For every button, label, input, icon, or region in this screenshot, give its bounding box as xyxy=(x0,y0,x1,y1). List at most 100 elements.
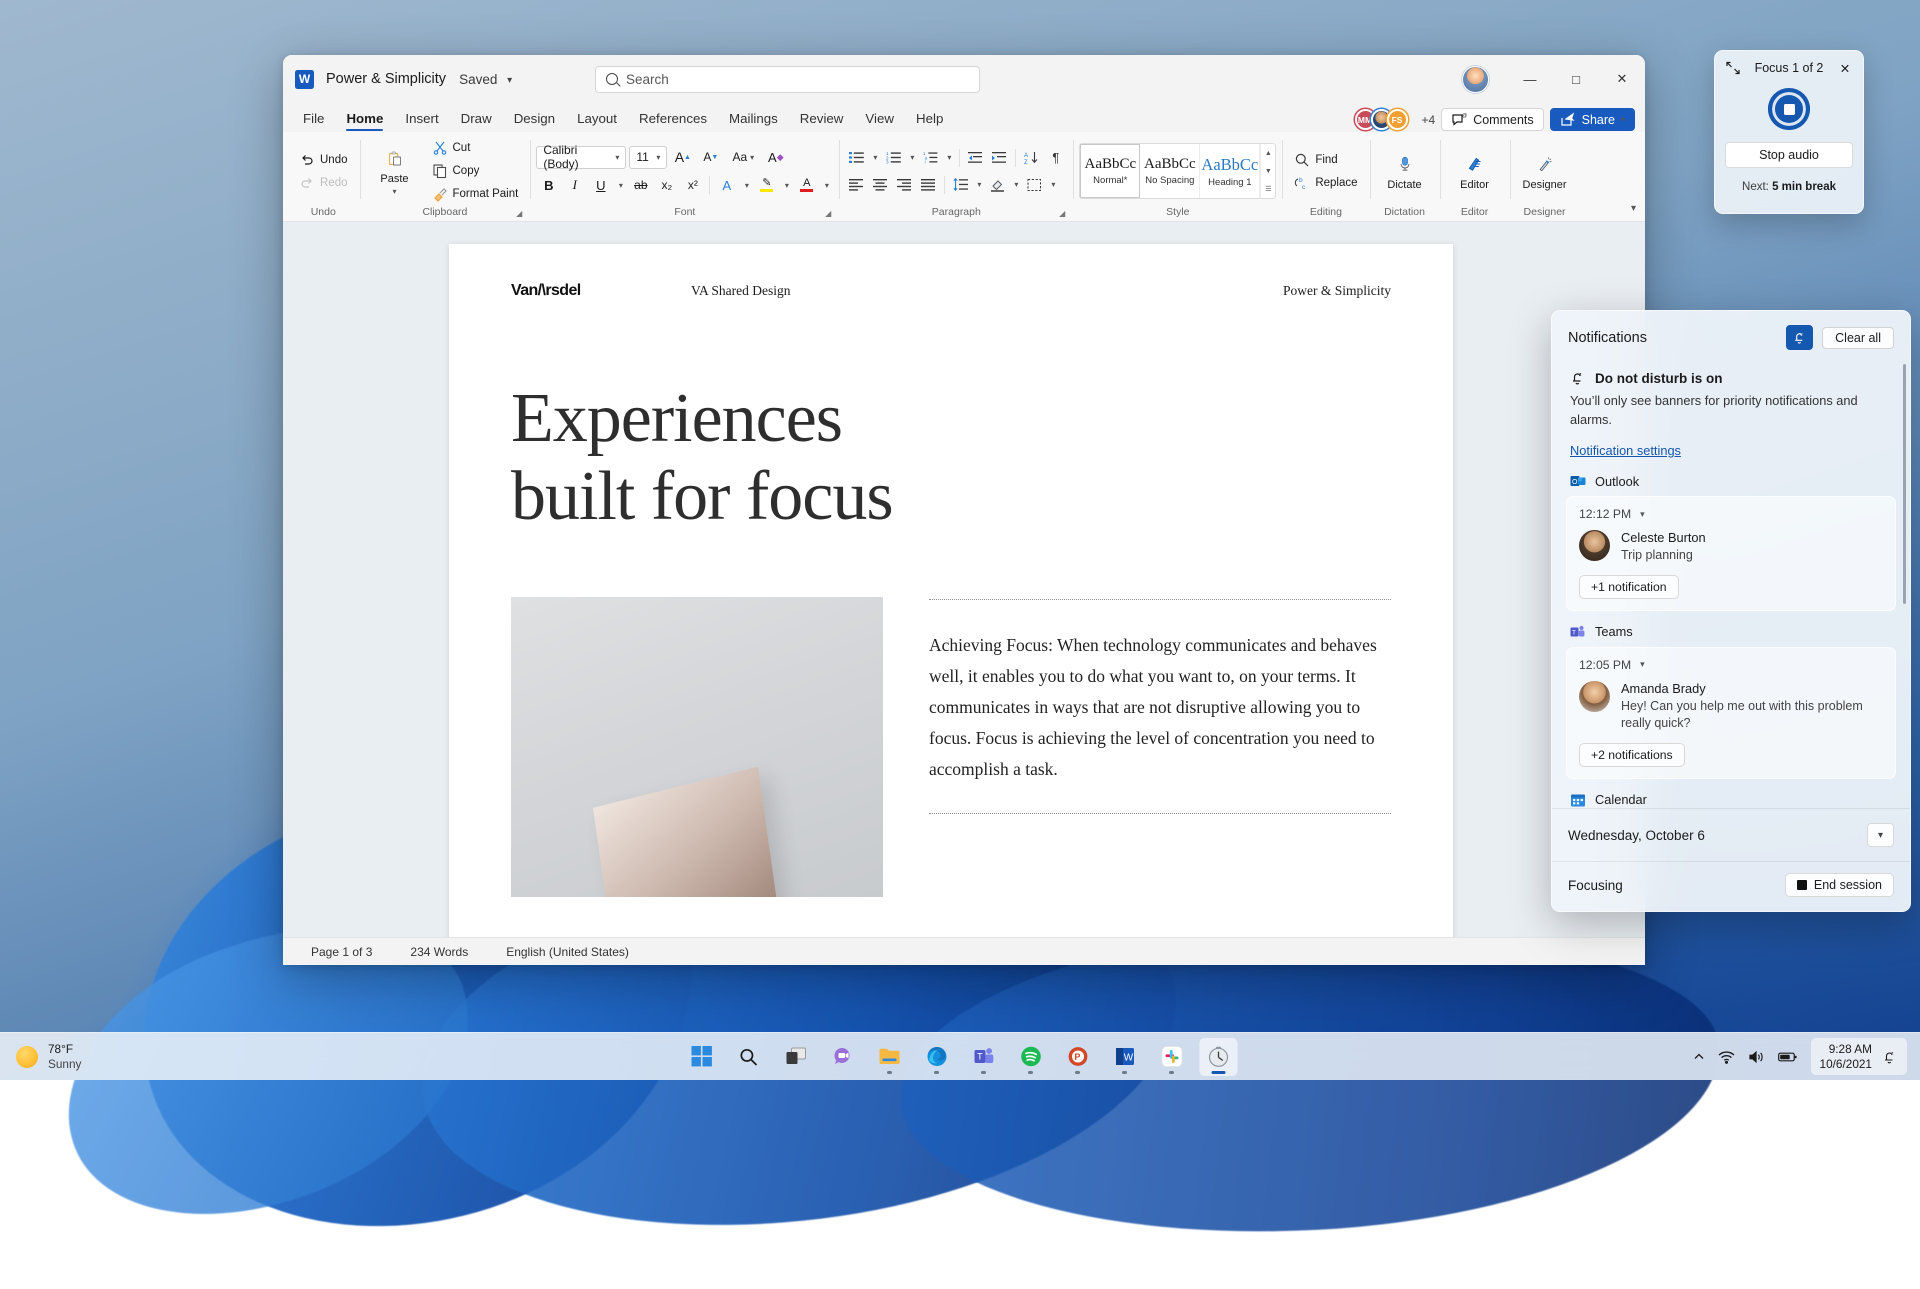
align-right-button[interactable] xyxy=(893,174,916,196)
borders-button[interactable] xyxy=(1023,174,1046,196)
superscript-button[interactable]: x² xyxy=(680,174,705,197)
multilevel-dropdown[interactable]: ▾ xyxy=(943,147,955,169)
saved-status-button[interactable]: Saved ▾ xyxy=(459,72,512,87)
scroll-down-icon[interactable]: ▼ xyxy=(1260,162,1275,180)
powerpoint-icon[interactable]: P xyxy=(1059,1038,1097,1076)
style-normal[interactable]: AaBbCc Normal* xyxy=(1080,144,1140,198)
copy-button[interactable]: Copy xyxy=(426,160,525,182)
collaborator-overflow-count[interactable]: +4 xyxy=(1422,113,1436,127)
chevron-down-icon[interactable]: ▾ xyxy=(1640,659,1645,670)
font-name-combo[interactable]: Calibri (Body) ▾ xyxy=(536,146,626,169)
font-size-combo[interactable]: 11 ▾ xyxy=(629,146,667,169)
date-row[interactable]: Wednesday, October 6 ▾ xyxy=(1552,809,1910,861)
do-not-disturb-bell-icon[interactable]: z xyxy=(1882,1049,1898,1065)
spotify-icon[interactable] xyxy=(1012,1038,1050,1076)
shading-button[interactable] xyxy=(986,174,1009,196)
weather-widget[interactable]: 78°F Sunny xyxy=(0,1042,230,1071)
strikethrough-button[interactable]: ab xyxy=(628,174,653,197)
comments-button[interactable]: @ Comments xyxy=(1441,108,1543,131)
dialog-launcher-icon[interactable]: ◢ xyxy=(825,209,831,218)
clock-icon[interactable] xyxy=(1200,1038,1238,1076)
tab-view[interactable]: View xyxy=(855,108,904,132)
slack-icon[interactable] xyxy=(1153,1038,1191,1076)
show-formatting-button[interactable]: ¶ xyxy=(1044,147,1067,169)
stop-audio-button[interactable]: Stop audio xyxy=(1725,142,1853,168)
shrink-font-button[interactable]: A▼ xyxy=(698,146,723,169)
underline-button[interactable]: U xyxy=(588,174,613,197)
document-canvas[interactable]: Van/\rsdel VA Shared Design Power & Simp… xyxy=(283,222,1645,937)
battery-icon[interactable] xyxy=(1778,1051,1798,1063)
change-case-button[interactable]: Aa ▾ xyxy=(726,146,760,169)
notification-list[interactable]: z Do not disturb is on You’ll only see b… xyxy=(1552,358,1910,808)
increase-indent-button[interactable] xyxy=(988,147,1011,169)
teams-icon[interactable]: T xyxy=(965,1038,1003,1076)
edge-icon[interactable] xyxy=(918,1038,956,1076)
tab-design[interactable]: Design xyxy=(504,108,565,132)
numbered-dropdown[interactable]: ▾ xyxy=(906,147,918,169)
bold-button[interactable]: B xyxy=(536,174,561,197)
subscript-button[interactable]: x₂ xyxy=(654,174,679,197)
tab-insert[interactable]: Insert xyxy=(395,108,448,132)
expand-calendar-button[interactable]: ▾ xyxy=(1867,823,1894,847)
decrease-indent-button[interactable] xyxy=(964,147,987,169)
text-effects-dropdown[interactable]: ▾ xyxy=(740,174,753,197)
paste-button[interactable]: Paste ▾ xyxy=(366,144,424,199)
font-color-dropdown[interactable]: ▾ xyxy=(820,174,833,197)
italic-button[interactable]: I xyxy=(562,174,587,197)
clear-all-button[interactable]: Clear all xyxy=(1822,327,1894,349)
underline-dropdown[interactable]: ▾ xyxy=(614,174,627,197)
style-gallery[interactable]: AaBbCc Normal* AaBbCc No Spacing AaBbCc … xyxy=(1079,143,1276,199)
shading-dropdown[interactable]: ▾ xyxy=(1010,174,1022,196)
tab-review[interactable]: Review xyxy=(790,108,854,132)
word-icon[interactable]: W xyxy=(1106,1038,1144,1076)
justify-button[interactable] xyxy=(917,174,940,196)
file-explorer-icon[interactable] xyxy=(871,1038,909,1076)
sort-button[interactable]: AZ xyxy=(1020,147,1043,169)
tab-references[interactable]: References xyxy=(629,108,717,132)
start-icon[interactable] xyxy=(683,1038,721,1076)
text-effects-button[interactable]: A xyxy=(714,174,739,197)
grow-font-button[interactable]: A▲ xyxy=(670,146,695,169)
dialog-launcher-icon[interactable]: ◢ xyxy=(1059,209,1065,218)
tray-expand-chevron-icon[interactable] xyxy=(1693,1051,1705,1063)
font-color-button[interactable]: A xyxy=(794,174,819,197)
designer-button[interactable]: Designer xyxy=(1516,148,1574,194)
style-heading-1[interactable]: AaBbCc Heading 1 xyxy=(1200,144,1260,198)
editor-button[interactable]: Editor xyxy=(1446,148,1504,194)
notification-card[interactable]: 12:12 PM ▾ Celeste Burton Trip planning … xyxy=(1566,496,1896,611)
language-indicator[interactable]: English (United States) xyxy=(506,945,629,959)
scrollbar[interactable] xyxy=(1903,364,1906,604)
share-button[interactable]: Share ▾ xyxy=(1550,108,1635,131)
more-notifications-button[interactable]: +1 notification xyxy=(1579,575,1679,599)
align-left-button[interactable] xyxy=(845,174,868,196)
volume-icon[interactable] xyxy=(1748,1050,1765,1064)
find-button[interactable]: Find xyxy=(1288,149,1363,171)
undo-button[interactable]: Undo xyxy=(293,149,354,171)
numbered-list-button[interactable]: 123 xyxy=(882,147,905,169)
avatar[interactable] xyxy=(1462,66,1489,93)
bullet-dropdown[interactable]: ▾ xyxy=(869,147,881,169)
more-notifications-button[interactable]: +2 notifications xyxy=(1579,743,1685,767)
borders-dropdown[interactable]: ▾ xyxy=(1047,174,1059,196)
page-count[interactable]: Page 1 of 3 xyxy=(311,945,372,959)
task-view-icon[interactable] xyxy=(777,1038,815,1076)
cut-button[interactable]: Cut xyxy=(426,137,525,159)
ribbon-collapse-icon[interactable]: ▾ xyxy=(1631,203,1636,214)
style-gallery-scroll[interactable]: ▲ ▼ ☰ xyxy=(1260,144,1275,198)
line-spacing-button[interactable] xyxy=(949,174,972,196)
clear-formatting-button[interactable]: A ◆ xyxy=(763,146,788,169)
highlight-button[interactable]: ✎ xyxy=(754,174,779,197)
tab-draw[interactable]: Draw xyxy=(451,108,502,132)
facepile[interactable]: MM FS xyxy=(1360,109,1408,130)
notification-card[interactable]: 12:05 PM ▾ Amanda Brady Hey! Can you hel… xyxy=(1566,647,1896,779)
search-input[interactable]: Search xyxy=(595,66,980,93)
style-more-icon[interactable]: ☰ xyxy=(1260,180,1275,198)
bullet-list-button[interactable] xyxy=(845,147,868,169)
document-page[interactable]: Van/\rsdel VA Shared Design Power & Simp… xyxy=(449,244,1453,937)
tab-mailings[interactable]: Mailings xyxy=(719,108,788,132)
redo-button[interactable]: Redo xyxy=(293,172,354,194)
chevron-down-icon[interactable]: ▾ xyxy=(1640,509,1645,520)
align-center-button[interactable] xyxy=(869,174,892,196)
minimize-button[interactable]: — xyxy=(1507,55,1553,103)
dictate-button[interactable]: Dictate xyxy=(1376,148,1434,194)
